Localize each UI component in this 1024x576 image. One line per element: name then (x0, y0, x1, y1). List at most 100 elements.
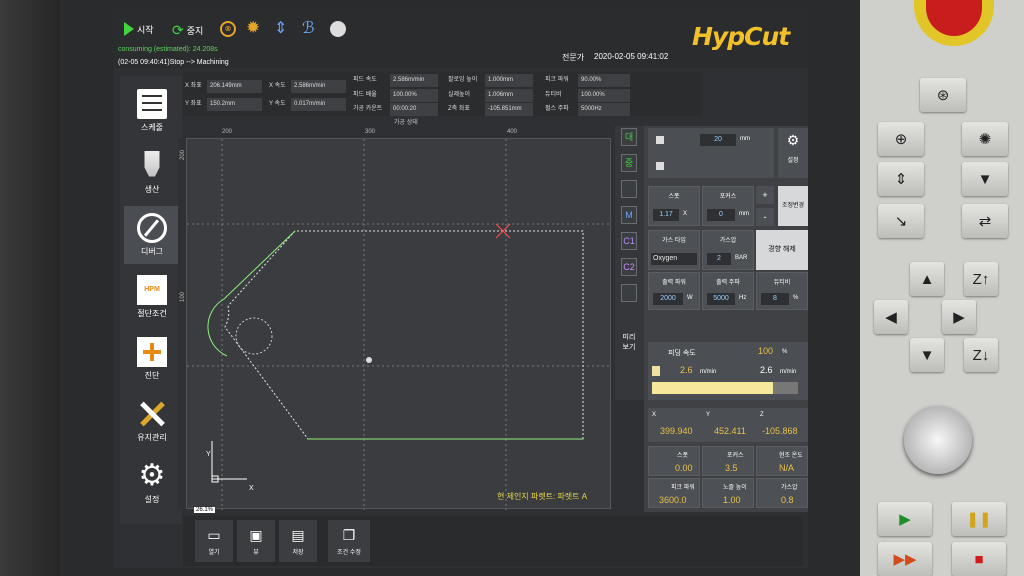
z-coordinate-value: -105.851mm (485, 103, 533, 116)
stop-label: 중지 (186, 26, 204, 36)
ruler-tick-label: 300 (365, 129, 376, 135)
focus-value[interactable]: 0 (707, 209, 735, 221)
swap-button[interactable]: ⇄ (962, 204, 1008, 238)
tab-small[interactable] (621, 180, 637, 198)
gas-pressure-value[interactable]: 2 (707, 253, 731, 265)
gap-box: 스폿 1.17 X (648, 186, 700, 226)
light-button[interactable]: ✺ (962, 122, 1008, 156)
sidebar-item-production[interactable]: 생산 (124, 144, 180, 202)
increase-button[interactable]: + (756, 186, 774, 204)
view-button[interactable]: ▣ 뷰 (237, 520, 275, 562)
jog-z-down-button[interactable]: Z↓ (964, 338, 998, 372)
output-power-value[interactable]: 2000 (653, 293, 683, 305)
preview-button[interactable]: 미리 보기 (618, 332, 640, 356)
laser-button[interactable]: ⊛ (920, 78, 966, 112)
zoom-level[interactable]: 26.1% (194, 507, 216, 513)
tab-large[interactable]: 대 (621, 128, 637, 146)
tab-extra[interactable] (621, 284, 637, 302)
duty-label: 듀티비 (545, 92, 562, 98)
feed-rate-label: 피드 배율 (353, 92, 377, 98)
settings-button[interactable]: ⚙ 설정 (778, 128, 808, 178)
gauge-label: 스폿 (677, 453, 689, 459)
gauge-value: N/A (779, 463, 795, 473)
sidebar-label: 진단 (144, 371, 160, 380)
gas-pressure-label: 가스압 (719, 238, 737, 244)
mode-tabs: 대 중 M C1 C2 미리 보기 (615, 126, 644, 400)
physical-button-panel: ⊛ ⊕ ✺ ⇕ ▼ ↘ ⇄ ▲ Z↑ ◀ ▶ ▼ Z↓ ▶ ❚❚ ▶▶ ■ (860, 0, 1024, 576)
jog-up-button[interactable]: ▲ (910, 262, 944, 296)
status-circle-icon[interactable] (330, 21, 346, 37)
feed-speed-current: 2.6 (680, 365, 693, 375)
pointer-button[interactable]: ↘ (878, 204, 924, 238)
output-frequency-value[interactable]: 5000 (707, 293, 735, 305)
jog-down-button[interactable]: ▼ (910, 338, 944, 372)
status-line: (02-05 09:40:41)Stop --> Machining (118, 59, 229, 66)
sidebar-item-schedule[interactable]: 스케줄 (124, 82, 180, 140)
duty-unit: % (793, 295, 799, 301)
bottom-toolbar: ▭ 열기 ▣ 뷰 ▤ 저장 ❐ 조건 수정 (183, 516, 803, 566)
z-coordinate-label: Z축 좌표 (448, 106, 470, 112)
sidebar-item-cutting[interactable]: HPM 절단조건 (124, 268, 180, 326)
stop-button-physical[interactable]: ■ (952, 542, 1006, 576)
jog-left-button[interactable]: ◀ (874, 300, 908, 334)
machine-info-panel: X 좌표 206.149mm Y 좌표 150.2mm X 속도 2.586m/… (183, 72, 701, 116)
height-button[interactable]: ⇕ (878, 162, 924, 196)
current-pallet-status: 현 제인지 파렛트: 파렛트 A (497, 492, 588, 501)
option-checkbox[interactable] (656, 162, 664, 170)
folder-icon: ▭ (207, 526, 221, 543)
offset-checkbox[interactable] (656, 136, 664, 144)
jog-wheel-knob[interactable] (904, 406, 972, 474)
pulse-frequency-label: 펄스 주파 (545, 106, 569, 112)
duty-value[interactable]: 8 (761, 293, 789, 305)
sidebar-item-settings[interactable]: ⚙ 설정 (124, 454, 180, 512)
tab-m[interactable]: M (621, 206, 637, 224)
gauge-value: 3600.0 (659, 495, 687, 505)
tab-medium[interactable]: 중 (621, 154, 637, 172)
feed-speed-value: 2.586m/min (390, 74, 438, 87)
feed-speed-bar[interactable] (652, 382, 798, 394)
gas-pressure-box: 가스압 2 BAR (702, 230, 754, 270)
height-icon[interactable]: ⇕ (274, 18, 287, 38)
duty-box: 듀티비 8% (756, 272, 808, 310)
decrease-button[interactable]: - (756, 208, 774, 226)
open-button[interactable]: ▭ 열기 (195, 520, 233, 562)
speed-min-icon (652, 366, 660, 376)
jog-right-button[interactable]: ▶ (942, 300, 976, 334)
condition-edit-button[interactable]: ❐ 조건 수정 (328, 520, 370, 562)
focus-box: 포커스 0 mm (702, 186, 754, 226)
gap-unit: X (683, 211, 688, 217)
sidebar: 스케줄 생산 디버그 HPM 절단조건 진단 유지관리 ⚙ 설정 (120, 76, 182, 524)
condition-change-button[interactable]: 조정변경 (778, 186, 808, 226)
pulse-frequency-value: 5000Hz (578, 103, 630, 116)
focus-down-button[interactable]: ▼ (962, 162, 1008, 196)
ruler-tick-label: 200 (222, 129, 233, 135)
save-label: 저장 (292, 549, 304, 556)
sidebar-item-debug[interactable]: 디버그 (124, 206, 180, 264)
gas-type-select[interactable]: Oxygen (651, 253, 697, 265)
hmi-screen: 시작 ⟳ 중지 ⊗ ✹ ⇕ ℬ consuming (estimated): 24… (114, 10, 808, 568)
tab-c2[interactable]: C2 (621, 258, 637, 276)
coord-x-label: X (652, 412, 657, 418)
gap-value[interactable]: 1.17 (653, 209, 679, 221)
sidebar-item-maintenance[interactable]: 유지관리 (124, 392, 180, 450)
burst-icon[interactable]: ✹ (246, 18, 260, 38)
stop-button[interactable]: ⟳ 중지 (172, 22, 203, 39)
cutting-canvas[interactable]: Y X 현 제인지 파렛트: 파렛트 A (186, 138, 612, 510)
save-button[interactable]: ▤ 저장 (279, 520, 317, 562)
pause-button[interactable]: ❚❚ (952, 502, 1006, 536)
jb-icon[interactable]: ℬ (302, 18, 315, 38)
target-button[interactable]: ⊕ (878, 122, 924, 156)
gauge-spot: 스폿 0.00 (648, 446, 700, 476)
start-button[interactable]: 시작 (124, 22, 154, 36)
cycle-start-button[interactable]: ▶ (878, 502, 932, 536)
fault-reset-button[interactable]: 경향 해제 (756, 230, 808, 270)
canvas-x-axis-label: X (249, 485, 254, 492)
y-coordinate-label: Y 좌표 (185, 101, 202, 107)
tab-c1[interactable]: C1 (621, 232, 637, 250)
reverse-button[interactable]: ▶▶ (878, 542, 932, 576)
gauge-label: 노즐 높이 (723, 485, 747, 491)
sidebar-item-diagnosis[interactable]: 진단 (124, 330, 180, 388)
offset-value[interactable]: 20 (700, 134, 736, 146)
jog-z-up-button[interactable]: Z↑ (964, 262, 998, 296)
laser-target-icon[interactable]: ⊗ (220, 21, 236, 37)
